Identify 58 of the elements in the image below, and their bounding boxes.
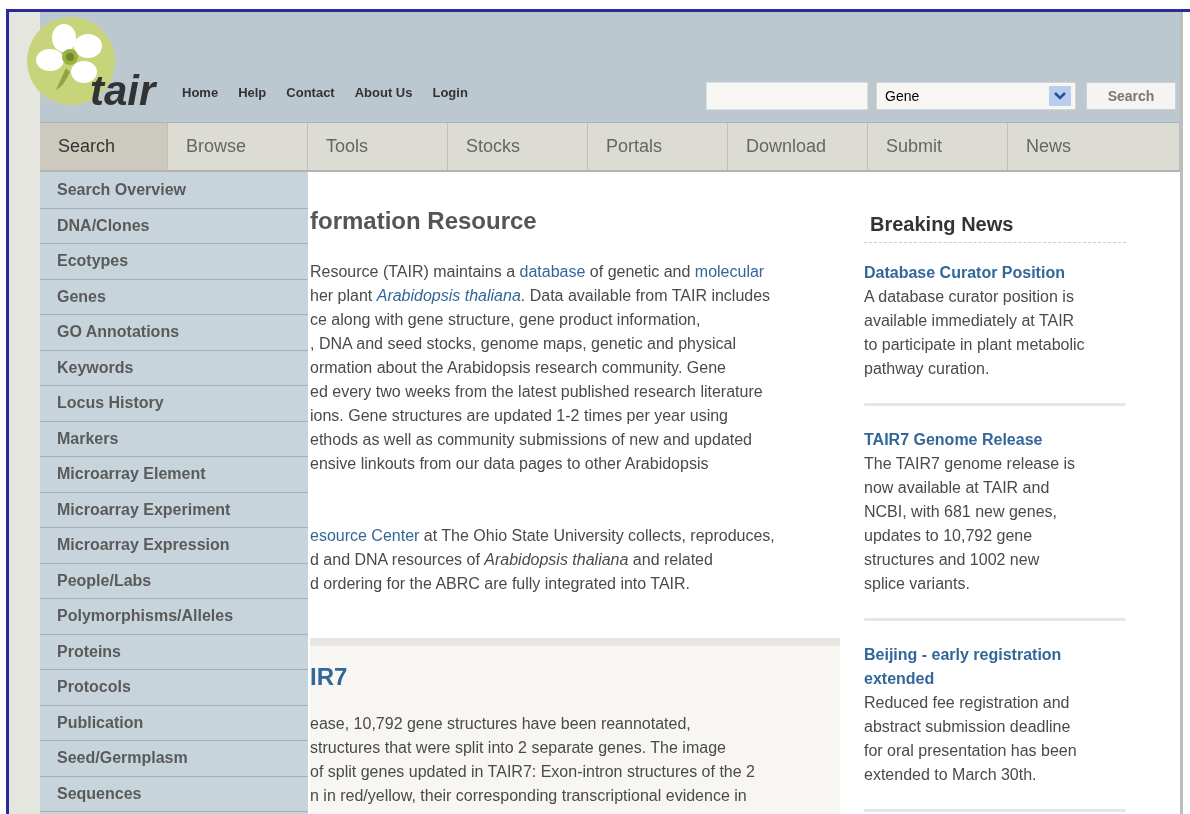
menu-item[interactable]: Polymorphisms/Alleles [40,599,308,635]
header-link[interactable]: Contact [286,82,335,102]
menu-item[interactable]: Protocols [40,670,308,706]
menu-item[interactable]: Locus History [40,386,308,422]
menu-item[interactable]: Seed/Germplasm [40,741,308,777]
menu-item[interactable]: Genes [40,279,308,315]
text-line: ensive linkouts from our data pages to other Arabidopsis [310,454,710,474]
header-link[interactable]: About Us [354,82,413,102]
search-button[interactable]: Search [1086,82,1176,110]
text-link[interactable]: molecular [694,263,765,280]
menu-item[interactable]: Proteins [40,634,308,670]
text-line: , DNA and seed stocks, genome maps, genetic and physical [310,334,737,354]
menu-item[interactable]: Microarray Experiment [40,492,308,528]
text-line: d and DNA resources of Arabidopsis thaliana and related [310,550,714,570]
text-line: ormation about the Arabidopsis research community. Gene [310,358,727,378]
text-link[interactable]: esource Center [310,527,420,544]
text-line: esource Center at The Ohio State University collects, reproduces, [310,526,776,546]
page-heading: formation Resource [310,206,538,236]
nav-tab[interactable]: Search [40,123,168,170]
text-line: ease, 10,792 gene structures have been reannotated, [310,714,692,734]
header-link[interactable]: Help [238,82,267,102]
logo-text: tair [90,70,156,112]
menu-item[interactable]: Ecotypes [40,244,308,280]
text-line: of split genes updated in TAIR7: Exon-intron structures of the 2 [310,762,756,782]
menu-item[interactable]: Microarray Expression [40,528,308,564]
news-heading: Breaking News [864,212,1126,243]
chevron-down-icon [1049,86,1071,106]
header-link[interactable]: Login [432,82,468,102]
menu-item[interactable]: Publication [40,705,308,741]
text-line: structures that were split into 2 separate genes. The image [310,738,727,758]
menu-item[interactable]: Markers [40,421,308,457]
text-line: ions. Gene structures are updated 1-2 times per year using [310,406,729,426]
text-line: ce along with gene structure, gene product information, [310,310,702,330]
feature-heading: IR7 [310,662,349,692]
text-line: ethods as well as community submissions of new and updated [310,430,753,450]
news-text: The TAIR7 genome release is now available at TAIR and NCBI, with 681 new genes, updates to 10,792 gene structures and 1002 new splice variants. [864,454,1077,594]
menu-item[interactable]: DNA/Clones [40,208,308,244]
category-select[interactable]: Gene [876,82,1076,110]
news-title-link[interactable]: TAIR7 Genome Release [864,428,1126,452]
menu-item[interactable]: People/Labs [40,563,308,599]
news-text: Reduced fee registration and abstract submission deadline for oral presentation has been extended to March 30th. [864,693,1078,785]
text-line: d ordering for the ABRC are fully integrated into TAIR. [310,574,692,594]
menu-item[interactable]: Sequences [40,776,308,812]
menu-item[interactable]: GO Annotations [40,315,308,351]
header-link[interactable]: Home [182,82,219,102]
search-field[interactable] [706,82,868,110]
text-link[interactable]: Arabidopsis thaliana [376,287,521,304]
news-title-link[interactable]: Database Curator Position [864,261,1126,285]
text-line: ed every two weeks from the latest published research literature [310,382,764,402]
text-line: Resource (TAIR) maintains a database of genetic and molecular [310,262,766,282]
text-line: n in red/yellow, their corresponding transcriptional evidence in [310,786,748,806]
news-text: A database curator position is available immediately at TAIR to participate in plant metabolic pathway curation. [864,287,1086,379]
menu-item[interactable]: Search Overview [40,173,308,209]
menu-item[interactable]: Microarray Element [40,457,308,493]
text-line: her plant Arabidopsis thaliana. Data available from TAIR includes [310,286,772,306]
news-title-link[interactable]: Beijing - early registration extended [864,643,1126,691]
menu-item[interactable]: Keywords [40,350,308,386]
text-link[interactable]: database [519,263,586,280]
